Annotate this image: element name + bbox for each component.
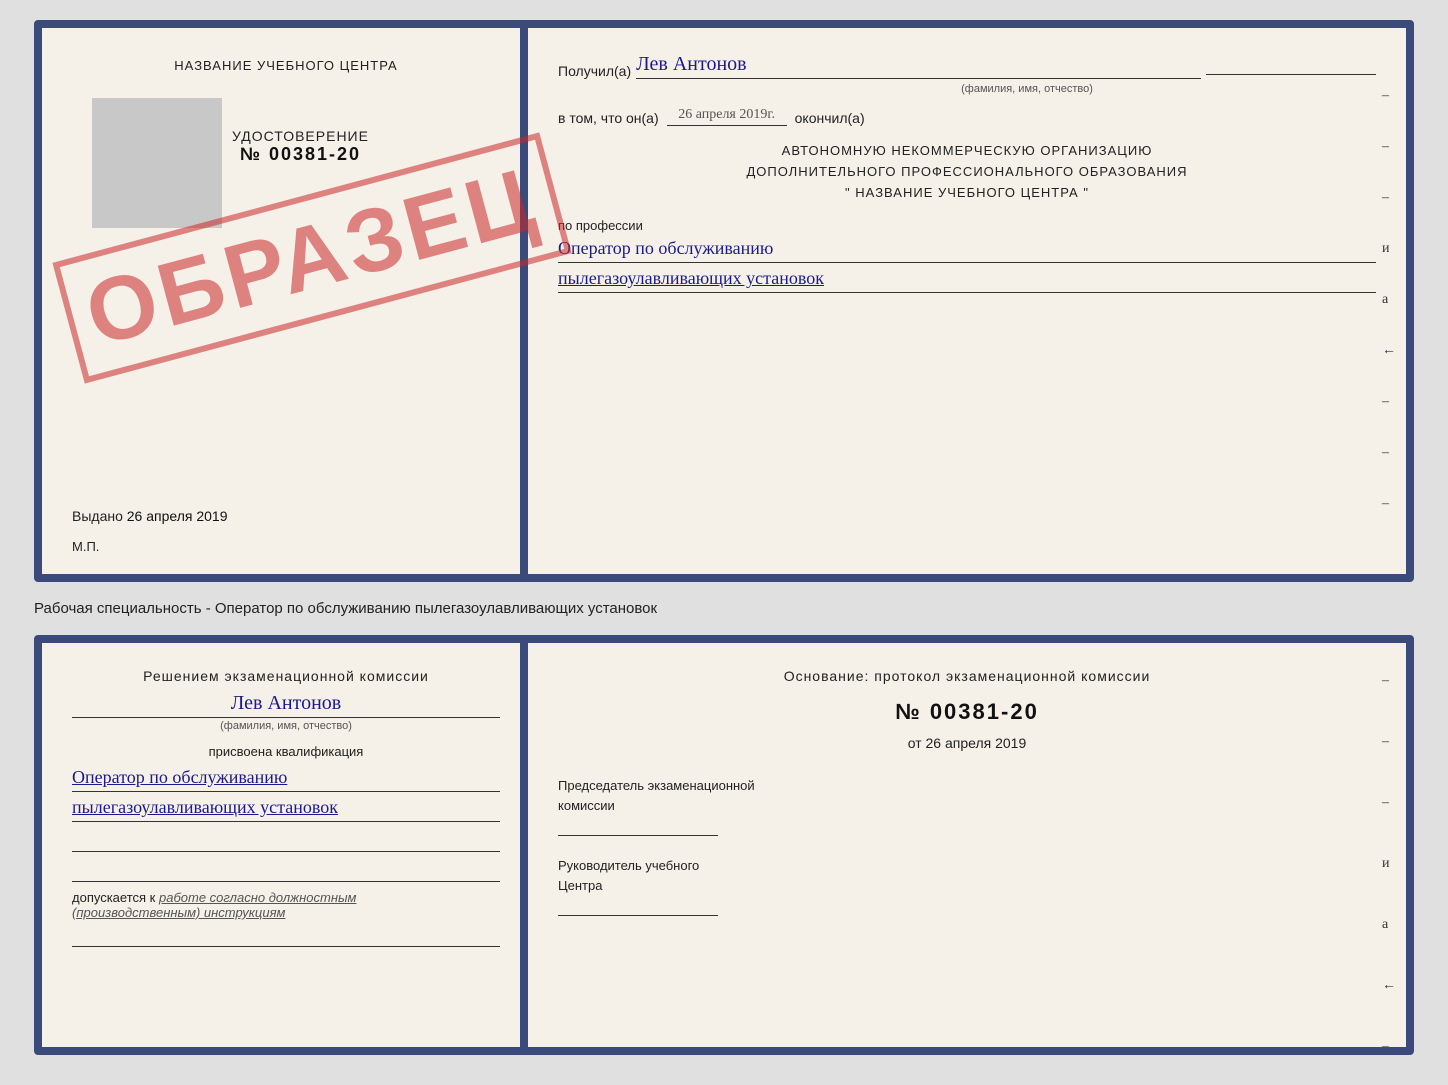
recipient-name: Лев Антонов bbox=[636, 53, 1201, 79]
predsedatel-sig-line bbox=[558, 835, 718, 836]
bdash-2: – bbox=[1382, 734, 1396, 750]
poluchil-label: Получил(а) bbox=[558, 63, 631, 79]
org-line1: АВТОНОМНУЮ НЕКОММЕРЧЕСКУЮ ОРГАНИЗАЦИЮ bbox=[558, 141, 1376, 162]
dopuskaetsya-italic1: работе согласно должностным bbox=[159, 890, 356, 905]
mp-line: М.П. bbox=[72, 539, 500, 554]
ot-date: 26 апреля 2019 bbox=[926, 735, 1027, 751]
dash-5: – bbox=[1382, 445, 1396, 461]
top-document: НАЗВАНИЕ УЧЕБНОГО ЦЕНТРА УДОСТОВЕРЕНИЕ №… bbox=[34, 20, 1414, 582]
ot-prefix: от bbox=[908, 735, 922, 751]
org-block: АВТОНОМНУЮ НЕКОММЕРЧЕСКУЮ ОРГАНИЗАЦИЮ ДО… bbox=[558, 141, 1376, 203]
bottom-right-panel: Основание: протокол экзаменационной коми… bbox=[528, 643, 1406, 1047]
org-quote-close: " bbox=[1083, 185, 1089, 200]
dopuskaetsya-italic2: (производственным) инструкциям bbox=[72, 905, 500, 920]
okonchil-label: окончил(а) bbox=[795, 110, 865, 126]
qual-line1: Оператор по обслуживанию bbox=[72, 767, 500, 792]
bdash-4: – bbox=[1382, 1039, 1396, 1055]
prisvoyena-label: присвоена квалификация bbox=[72, 744, 500, 759]
rukovoditel-sig-line bbox=[558, 915, 718, 916]
org-line2: ДОПОЛНИТЕЛЬНОГО ПРОФЕССИОНАЛЬНОГО ОБРАЗО… bbox=[558, 162, 1376, 183]
blank-line-bottom bbox=[72, 925, 500, 947]
bdash-arrow: ← bbox=[1382, 978, 1396, 994]
blank-line-1 bbox=[72, 830, 500, 852]
fio-hint-bottom: (фамилия, имя, отчество) bbox=[72, 720, 500, 732]
page-wrapper: НАЗВАНИЕ УЧЕБНОГО ЦЕНТРА УДОСТОВЕРЕНИЕ №… bbox=[34, 20, 1414, 1055]
dash-i: и bbox=[1382, 241, 1396, 257]
rukovoditel-line1: Руководитель учебного bbox=[558, 858, 699, 873]
middle-label: Рабочая специальность - Оператор по обсл… bbox=[34, 592, 1414, 625]
protocol-number: № 00381-20 bbox=[558, 699, 1376, 725]
bottom-left-panel: Решением экзаменационной комиссии Лев Ан… bbox=[42, 643, 522, 1047]
bottom-document: Решением экзаменационной комиссии Лев Ан… bbox=[34, 635, 1414, 1055]
vydano-date: 26 апреля 2019 bbox=[127, 508, 228, 524]
edu-center-title-top: НАЗВАНИЕ УЧЕБНОГО ЦЕНТРА bbox=[72, 58, 500, 73]
dash-4: – bbox=[1382, 394, 1396, 410]
poluchil-dash bbox=[1206, 74, 1376, 75]
bdash-a: а bbox=[1382, 917, 1396, 933]
blank-line-2 bbox=[72, 860, 500, 882]
bdash-3: – bbox=[1382, 795, 1396, 811]
profession-line1-top: Оператор по обслуживанию bbox=[558, 238, 1376, 263]
udostoverenie-block: УДОСТОВЕРЕНИЕ № 00381-20 bbox=[232, 128, 369, 165]
org-name: НАЗВАНИЕ УЧЕБНОГО ЦЕНТРА bbox=[855, 185, 1078, 200]
bottom-name: Лев Антонов bbox=[72, 692, 500, 718]
predsedatel-line2: комиссии bbox=[558, 798, 615, 813]
dash-6: – bbox=[1382, 496, 1396, 512]
udost-number: № 00381-20 bbox=[232, 144, 369, 165]
po-professii-label: по профессии bbox=[558, 218, 1376, 233]
predsedatel-label: Председатель экзаменационной комиссии bbox=[558, 776, 1376, 815]
top-left-panel: НАЗВАНИЕ УЧЕБНОГО ЦЕНТРА УДОСТОВЕРЕНИЕ №… bbox=[42, 28, 522, 574]
udostoverenie-label: УДОСТОВЕРЕНИЕ bbox=[232, 128, 369, 144]
qual-line2: пылегазоулавливающих установок bbox=[72, 797, 500, 822]
osnovanie-header: Основание: протокол экзаменационной коми… bbox=[558, 668, 1376, 684]
dopuskaetsya-block: допускается к работе согласно должностны… bbox=[72, 890, 500, 920]
rukovoditel-line2: Центра bbox=[558, 878, 602, 893]
bottom-right-dashes: – – – и а ← – – – bbox=[1382, 673, 1396, 1055]
predsedatel-block: Председатель экзаменационной комиссии bbox=[558, 776, 1376, 836]
resheniem-header: Решением экзаменационной комиссии bbox=[72, 668, 500, 684]
top-right-dashes: – – – и а ← – – – bbox=[1382, 88, 1396, 512]
dash-a: а bbox=[1382, 292, 1396, 308]
dash-2: – bbox=[1382, 139, 1396, 155]
dash-3: – bbox=[1382, 190, 1396, 206]
stamp-area-wrapper: УДОСТОВЕРЕНИЕ № 00381-20 ОБРАЗЕЦ bbox=[72, 88, 500, 308]
rukovoditel-label: Руководитель учебного Центра bbox=[558, 856, 1376, 895]
poluchil-row: Получил(а) Лев Антонов bbox=[558, 53, 1376, 79]
ot-date-line: от 26 апреля 2019 bbox=[558, 735, 1376, 751]
bdash-i: и bbox=[1382, 856, 1396, 872]
vtom-label: в том, что он(а) bbox=[558, 110, 659, 126]
fio-hint-top: (фамилия, имя, отчество) bbox=[678, 83, 1376, 95]
predsedatel-line1: Председатель экзаменационной bbox=[558, 778, 755, 793]
dopuskaetsya-prefix: допускается к bbox=[72, 890, 155, 905]
photo-placeholder bbox=[92, 98, 222, 228]
top-right-panel: Получил(а) Лев Антонов (фамилия, имя, от… bbox=[528, 28, 1406, 574]
vydano-line: Выдано 26 апреля 2019 bbox=[72, 508, 500, 524]
completion-date: 26 апреля 2019г. bbox=[667, 107, 787, 126]
profession-line2-top: пылегазоулавливающих установок bbox=[558, 268, 1376, 293]
org-name-line: " НАЗВАНИЕ УЧЕБНОГО ЦЕНТРА " bbox=[558, 183, 1376, 204]
bdash-1: – bbox=[1382, 673, 1396, 689]
org-quote-open: " bbox=[845, 185, 851, 200]
dash-arrow: ← bbox=[1382, 343, 1396, 359]
vydano-label: Выдано bbox=[72, 508, 123, 524]
vtom-row: в том, что он(а) 26 апреля 2019г. окончи… bbox=[558, 107, 1376, 126]
dash-1: – bbox=[1382, 88, 1396, 104]
